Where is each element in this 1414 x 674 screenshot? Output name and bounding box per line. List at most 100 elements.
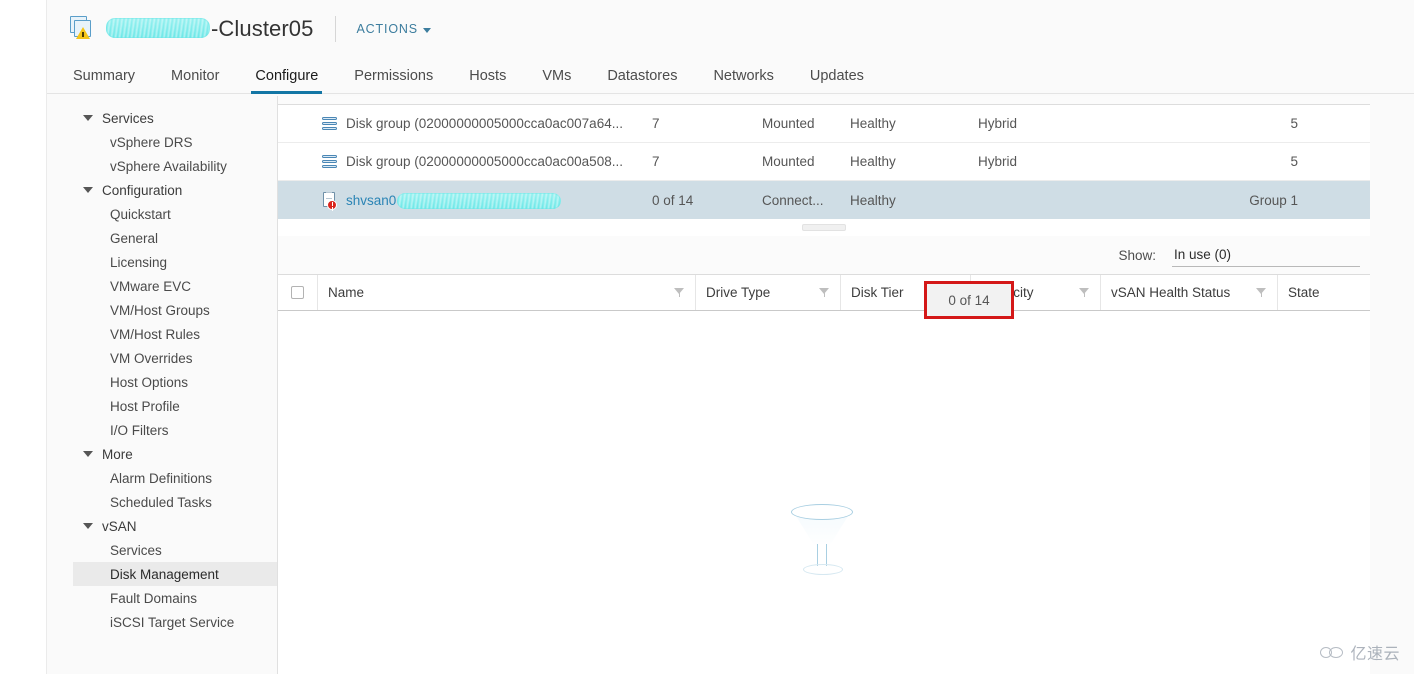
cell-state: Mounted <box>762 116 815 131</box>
cell-health: Healthy <box>850 192 896 208</box>
sidebar-item-alarm-definitions[interactable]: Alarm Definitions <box>73 466 277 490</box>
filter-icon[interactable] <box>1079 288 1090 297</box>
sidebar-item-disk-management[interactable]: Disk Management <box>73 562 277 586</box>
tab-vms[interactable]: VMs <box>524 68 589 93</box>
sidebar-item-scheduled-tasks[interactable]: Scheduled Tasks <box>73 490 277 514</box>
page-surface: -Cluster05 ACTIONS Summary Monitor Confi… <box>46 0 1414 674</box>
column-label: Drive Type <box>706 285 771 300</box>
column-header-vsan-health-status[interactable]: vSAN Health Status <box>1101 275 1278 310</box>
cell-disks: 0 of 14 <box>652 192 694 208</box>
sidebar-item-iscsi-target-service[interactable]: iSCSI Target Service <box>73 610 277 634</box>
show-label: Show: <box>1118 247 1156 263</box>
sidebar-item-io-filters[interactable]: I/O Filters <box>73 418 277 442</box>
chevron-down-icon <box>83 523 93 529</box>
cloud-icon <box>1320 645 1344 660</box>
annotation-value: 0 of 14 <box>948 292 990 308</box>
disk-group-icon <box>322 154 337 169</box>
page-title: -Cluster05 <box>104 16 313 42</box>
tab-configure[interactable]: Configure <box>237 68 336 94</box>
select-all-cell <box>278 275 318 310</box>
redacted-name-block <box>106 18 210 38</box>
sidebar-item-vm-overrides[interactable]: VM Overrides <box>73 346 277 370</box>
splitter-grip[interactable] <box>802 224 846 231</box>
cell-disks: 7 <box>652 116 660 131</box>
title-divider <box>335 16 337 42</box>
funnel-filter-icon <box>787 504 861 576</box>
sidebar-item-host-profile[interactable]: Host Profile <box>73 394 277 418</box>
cell-fault-domain: 5 <box>1290 116 1298 131</box>
chevron-down-icon <box>83 451 93 457</box>
column-header-drive-type[interactable]: Drive Type <box>696 275 841 310</box>
sidebar-item-vm-host-groups[interactable]: VM/Host Groups <box>73 298 277 322</box>
column-label: Name <box>328 285 365 300</box>
disk-management-content: Disk group (02000000005000cca0ac007a64..… <box>277 96 1370 674</box>
sidebar-item-vsphere-availability[interactable]: vSphere Availability <box>73 154 277 178</box>
column-header-name[interactable]: Name <box>318 275 696 310</box>
select-all-checkbox[interactable] <box>291 286 304 299</box>
sidebar-item-vmware-evc[interactable]: VMware EVC <box>73 274 277 298</box>
chevron-down-icon <box>83 187 93 193</box>
table-row[interactable]: Disk group (02000000005000cca0ac00a508..… <box>278 143 1370 181</box>
table-splitter[interactable] <box>278 222 1370 236</box>
disks-table-header: Name Drive Type Disk Tier Capacity <box>278 275 1370 311</box>
tab-summary[interactable]: Summary <box>71 68 153 93</box>
filter-icon[interactable] <box>674 288 685 297</box>
tab-hosts[interactable]: Hosts <box>451 68 524 93</box>
annotation-highlight-box: 0 of 14 <box>924 281 1014 319</box>
cluster-warning-icon <box>69 16 95 42</box>
actions-menu-label: ACTIONS <box>356 22 418 36</box>
tab-datastores[interactable]: Datastores <box>589 68 695 93</box>
host-name-link[interactable]: shvsan0 <box>346 193 396 208</box>
sidebar-group-services[interactable]: Services <box>73 106 277 130</box>
sidebar-group-label: Configuration <box>102 182 183 198</box>
tab-updates[interactable]: Updates <box>792 68 882 93</box>
filter-icon[interactable] <box>1256 288 1267 297</box>
sidebar-item-vm-host-rules[interactable]: VM/Host Rules <box>73 322 277 346</box>
page-title-suffix: -Cluster05 <box>211 16 314 41</box>
sidebar-item-fault-domains[interactable]: Fault Domains <box>73 586 277 610</box>
sidebar-item-services[interactable]: Services <box>73 538 277 562</box>
sidebar-group-label: More <box>102 446 133 462</box>
actions-menu-button[interactable]: ACTIONS <box>356 22 431 36</box>
column-label: vSAN Health Status <box>1111 285 1231 300</box>
chevron-down-icon <box>423 27 431 33</box>
show-dropdown-value: In use (0) <box>1174 246 1232 262</box>
tab-monitor[interactable]: Monitor <box>153 68 237 93</box>
tab-networks[interactable]: Networks <box>695 68 791 93</box>
disk-groups-table: Disk group (02000000005000cca0ac007a64..… <box>278 96 1370 222</box>
table-row-selected[interactable]: shvsan0 0 of 14 Connect... Healthy Group… <box>278 181 1370 219</box>
sidebar-item-general[interactable]: General <box>73 226 277 250</box>
sidebar-item-quickstart[interactable]: Quickstart <box>73 202 277 226</box>
settings-sidebar: Services vSphere DRS vSphere Availabilit… <box>73 98 277 674</box>
watermark: 亿速云 <box>1320 640 1400 664</box>
cell-name: shvsan0 <box>278 191 652 210</box>
cell-health: Healthy <box>850 116 896 131</box>
cell-state: Mounted <box>762 154 815 169</box>
vsphere-client-window: -Cluster05 ACTIONS Summary Monitor Confi… <box>0 0 1414 674</box>
column-label: Disk Tier <box>851 285 904 300</box>
table-top-edge <box>278 96 1370 105</box>
sidebar-group-more[interactable]: More <box>73 442 277 466</box>
filter-icon[interactable] <box>819 288 830 297</box>
table-row[interactable]: Disk group (02000000005000cca0ac007a64..… <box>278 105 1370 143</box>
sidebar-group-label: Services <box>102 110 154 126</box>
sidebar-item-vsphere-drs[interactable]: vSphere DRS <box>73 130 277 154</box>
cell-name: Disk group (02000000005000cca0ac00a508..… <box>278 154 652 169</box>
object-header: -Cluster05 ACTIONS <box>47 0 1414 58</box>
chevron-down-icon <box>83 115 93 121</box>
show-dropdown[interactable]: In use (0) <box>1172 244 1360 267</box>
cell-name: Disk group (02000000005000cca0ac007a64..… <box>278 116 652 131</box>
sidebar-item-licensing[interactable]: Licensing <box>73 250 277 274</box>
disks-table: Name Drive Type Disk Tier Capacity <box>278 274 1370 674</box>
sidebar-group-vsan[interactable]: vSAN <box>73 514 277 538</box>
disk-group-icon <box>322 116 337 131</box>
empty-state <box>278 311 1370 674</box>
column-header-state[interactable]: State <box>1278 275 1370 310</box>
sidebar-item-host-options[interactable]: Host Options <box>73 370 277 394</box>
cell-type: Hybrid <box>978 116 1018 131</box>
primary-tabbar: Summary Monitor Configure Permissions Ho… <box>47 58 1414 94</box>
tab-permissions[interactable]: Permissions <box>336 68 451 93</box>
column-label: State <box>1288 285 1320 300</box>
sidebar-group-configuration[interactable]: Configuration <box>73 178 277 202</box>
watermark-text: 亿速云 <box>1350 644 1400 663</box>
